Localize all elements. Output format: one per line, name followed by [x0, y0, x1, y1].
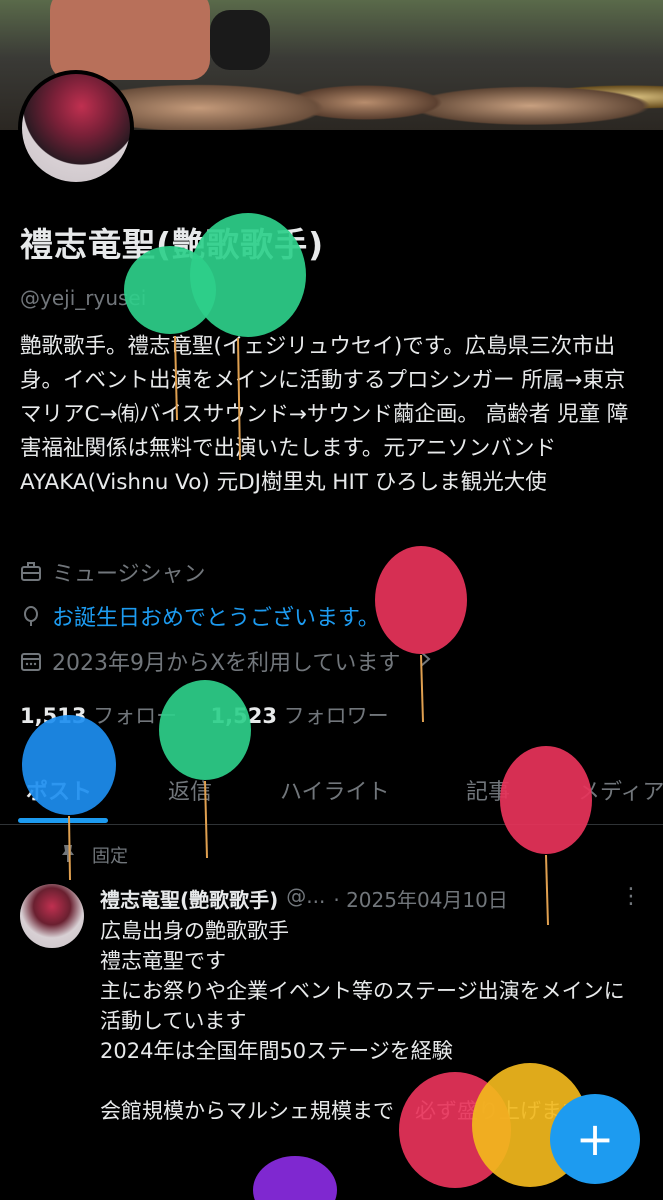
balloon-icon — [20, 605, 42, 627]
post-date: · 2025年04月10日 — [333, 888, 508, 912]
balloon-purple — [253, 1156, 337, 1200]
calendar-icon — [20, 650, 42, 672]
post-author[interactable]: 禮志竜聖(艶歌歌手) — [100, 884, 278, 913]
post-header: 禮志竜聖(艶歌歌手) @... · 2025年04月10日 — [100, 884, 508, 913]
post-handle: @... — [286, 884, 326, 908]
following-link[interactable]: 1,513 フォロー — [20, 704, 177, 728]
profile-profession: ミュージシャン — [20, 556, 206, 588]
post-body[interactable]: 広島出身の艶歌歌手 禮志竜聖です 主にお祭りや企業イベント等のステージ出演をメイ… — [100, 916, 640, 1126]
birthday-text: お誕生日おめでとうございます。 — [52, 606, 380, 631]
banner-performer — [50, 0, 210, 80]
briefcase-icon — [20, 561, 42, 583]
pinned-label: 固定 — [92, 846, 128, 867]
compose-button[interactable]: + — [550, 1094, 640, 1184]
chevron-right-icon — [418, 649, 432, 674]
tab-articles[interactable]: 記事 — [466, 774, 510, 806]
more-icon[interactable]: ⋮ — [620, 884, 642, 909]
profile-name: 禮志竜聖(艶歌歌手) — [20, 225, 325, 264]
profile-joined[interactable]: 2023年9月からXを利用しています — [20, 645, 432, 677]
post-avatar[interactable] — [20, 884, 84, 948]
profile-bio: 艶歌歌手。禮志竜聖(イェジリュウセイ)です。広島県三次市出身。イベント出演をメイ… — [20, 334, 629, 495]
profile-tabs: ポスト 返信 ハイライト 記事 メディア — [0, 760, 663, 825]
profile-avatar[interactable] — [18, 70, 134, 186]
followers-link[interactable]: 1,523 フォロワー — [211, 704, 389, 728]
profile-counts: 1,513 フォロー 1,523 フォロワー — [20, 700, 389, 730]
profile-birthday: お誕生日おめでとうございます。 — [20, 600, 380, 632]
plus-icon: + — [575, 1112, 615, 1166]
profession-text: ミュージシャン — [52, 562, 206, 587]
joined-text: 2023年9月からXを利用しています — [52, 651, 401, 676]
tab-replies[interactable]: 返信 — [168, 774, 212, 806]
tab-posts[interactable]: ポスト — [26, 774, 92, 806]
pinned-indicator: 固定 — [60, 842, 128, 868]
tab-highlights[interactable]: ハイライト — [280, 774, 390, 806]
profile-handle: @yeji_ryusei — [20, 286, 147, 310]
balloon-red-1 — [375, 546, 467, 723]
banner-glove — [210, 10, 270, 70]
tab-media[interactable]: メディア — [578, 774, 663, 806]
active-tab-indicator — [18, 818, 108, 823]
pin-icon — [60, 843, 76, 868]
